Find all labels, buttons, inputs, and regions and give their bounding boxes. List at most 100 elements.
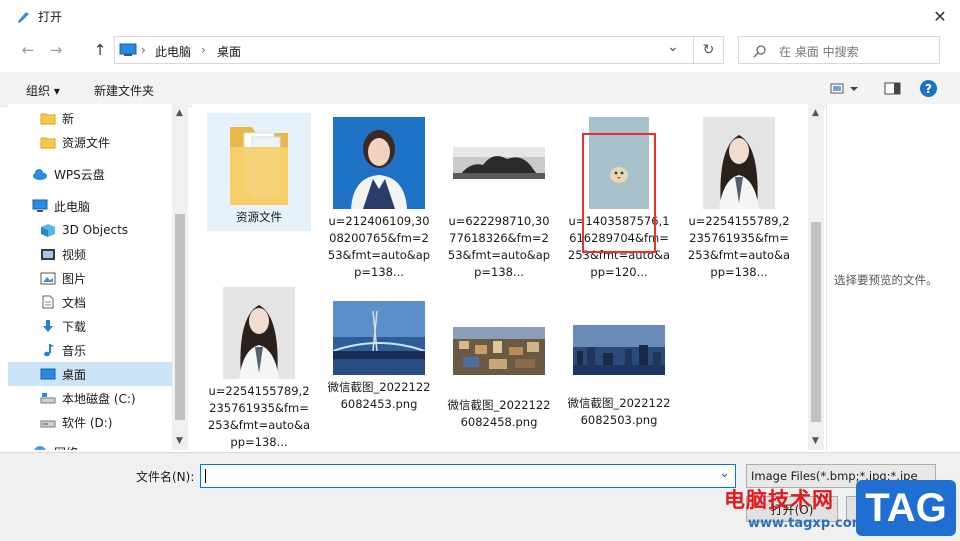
drive-icon xyxy=(40,393,56,404)
file-item-folder[interactable]: 资源文件 xyxy=(207,113,311,231)
image-thumbnail xyxy=(453,147,545,179)
toolbar: 组织 ▾ 新建文件夹 ? xyxy=(0,72,960,107)
scroll-thumb[interactable] xyxy=(175,214,185,420)
text-cursor xyxy=(205,469,206,483)
file-item-image[interactable]: u=622298710,3077618326&fm=253&fmt=auto&a… xyxy=(447,117,551,281)
filename-label: 文件名(N): xyxy=(136,470,195,484)
file-name: 微信截图_20221226082453.png xyxy=(327,380,431,411)
search-input[interactable]: 在 桌面 中搜索 xyxy=(738,36,940,64)
watermark-logo: TAG xyxy=(856,480,956,536)
file-item-image[interactable]: u=212406109,3008200765&fm=253&fmt=auto&a… xyxy=(327,117,431,281)
new-folder-button[interactable]: 新建文件夹 xyxy=(94,82,154,99)
file-list-scrollbar[interactable]: ▲ ▼ xyxy=(808,104,824,450)
navigation-scrollbar[interactable]: ▲ ▼ xyxy=(172,104,188,450)
sidebar-item-label: 新 xyxy=(62,111,75,126)
scroll-down-icon[interactable]: ▼ xyxy=(176,436,183,446)
sidebar-item-label: 视频 xyxy=(62,247,87,262)
sidebar-item-label: 软件 (D:) xyxy=(62,415,113,430)
sidebar-item-this-pc[interactable]: 此电脑 xyxy=(8,194,188,218)
sidebar-item-3d-objects[interactable]: 3D Objects xyxy=(8,218,188,242)
image-thumbnail xyxy=(453,327,545,375)
cube-icon xyxy=(41,224,55,237)
scroll-thumb[interactable] xyxy=(811,222,821,422)
refresh-button[interactable]: ↻ xyxy=(694,36,724,64)
file-item-image[interactable]: u=2254155789,2235761935&fm=253&fmt=auto&… xyxy=(687,117,791,281)
search-placeholder: 在 桌面 中搜索 xyxy=(779,45,859,59)
highlight-box xyxy=(582,133,656,253)
document-icon xyxy=(42,295,54,309)
file-item-image[interactable]: u=2254155789,2235761935&fm=253&fmt=auto&… xyxy=(207,287,311,450)
sidebar-item-music[interactable]: 音乐 xyxy=(8,338,188,362)
sidebar-item-videos[interactable]: 视频 xyxy=(8,242,188,266)
sidebar-item-label: WPS云盘 xyxy=(54,167,105,182)
folder-icon xyxy=(40,113,56,125)
breadcrumb-desktop[interactable]: 桌面 xyxy=(217,43,241,60)
back-button[interactable]: ← xyxy=(16,38,40,62)
sidebar-item-pictures[interactable]: 图片 xyxy=(8,266,188,290)
drive-icon xyxy=(40,420,56,428)
sidebar-item-resources[interactable]: 资源文件 xyxy=(8,130,188,154)
up-button[interactable]: ↑ xyxy=(88,38,112,62)
file-item-image[interactable]: 微信截图_20221226082453.png xyxy=(327,301,431,413)
breadcrumb-separator: › xyxy=(141,43,146,57)
sidebar-item-drive-c[interactable]: 本地磁盘 (C:) xyxy=(8,386,188,410)
download-icon xyxy=(43,320,53,332)
sidebar-item-documents[interactable]: 文档 xyxy=(8,290,188,314)
window-title: 打开 xyxy=(38,10,63,24)
network-icon xyxy=(34,446,46,450)
preview-message: 选择要预览的文件。 xyxy=(834,273,938,287)
sidebar-item-desktop[interactable]: 桌面 xyxy=(8,362,172,386)
watermark-url: www.tagxp.com xyxy=(748,516,866,531)
file-list: 资源文件 u=212406109,3008200765&fm=253&fmt=a… xyxy=(192,104,812,450)
address-dropdown-icon[interactable]: ⌄ xyxy=(667,39,679,55)
file-name: u=2254155789,2235761935&fm=253&fmt=auto&… xyxy=(687,214,791,279)
folder-icon xyxy=(230,127,288,205)
help-icon[interactable]: ? xyxy=(920,80,937,97)
breadcrumb-this-pc[interactable]: 此电脑 xyxy=(155,43,191,60)
scroll-up-icon[interactable]: ▲ xyxy=(812,108,819,118)
sidebar-item-downloads[interactable]: 下载 xyxy=(8,314,188,338)
file-item-image[interactable]: 微信截图_20221226082503.png xyxy=(567,325,671,429)
sidebar-item-label: 桌面 xyxy=(62,367,87,382)
view-options-icon[interactable] xyxy=(830,82,860,96)
forward-button[interactable]: → xyxy=(44,38,68,62)
file-item-image[interactable]: 微信截图_20221226082458.png xyxy=(447,327,551,431)
file-name: 微信截图_20221226082503.png xyxy=(567,396,671,427)
filename-input[interactable]: ⌄ xyxy=(200,464,736,488)
file-name: u=212406109,3008200765&fm=253&fmt=auto&a… xyxy=(327,214,431,279)
scroll-up-icon[interactable]: ▲ xyxy=(176,108,183,118)
sidebar-item-label: 3D Objects xyxy=(62,223,129,237)
breadcrumb-separator: › xyxy=(201,43,206,57)
sidebar-item-label: 本地磁盘 (C:) xyxy=(62,391,136,406)
cloud-icon xyxy=(33,169,47,180)
sidebar-item-wps-cloud[interactable]: WPS云盘 xyxy=(8,162,188,186)
file-name: 资源文件 xyxy=(236,210,282,224)
chevron-down-icon[interactable]: ⌄ xyxy=(719,466,730,481)
sidebar-item-drive-d[interactable]: 软件 (D:) xyxy=(8,410,188,434)
sidebar-item-label: 图片 xyxy=(62,271,87,286)
sidebar-item-new[interactable]: 新 xyxy=(8,106,188,130)
address-bar[interactable]: › 此电脑 › 桌面 ⌄ xyxy=(114,36,694,64)
close-button[interactable]: ✕ xyxy=(920,0,960,32)
video-icon xyxy=(41,249,55,260)
image-thumbnail xyxy=(703,117,775,209)
sidebar-item-network[interactable]: 网络 xyxy=(8,440,188,450)
sidebar-item-label: 资源文件 xyxy=(62,135,111,150)
computer-icon xyxy=(119,43,137,56)
image-thumbnail xyxy=(333,117,425,209)
image-thumbnail xyxy=(573,325,665,375)
scroll-down-icon[interactable]: ▼ xyxy=(812,436,819,446)
sidebar-item-label: 此电脑 xyxy=(54,199,91,214)
title-bar xyxy=(0,0,960,32)
preview-pane-icon[interactable] xyxy=(884,82,902,96)
file-name: u=2254155789,2235761935&fm=253&fmt=auto&… xyxy=(207,384,311,449)
sidebar-item-label: 文档 xyxy=(62,295,87,310)
desktop-icon xyxy=(40,368,56,380)
folder-icon xyxy=(40,137,56,149)
computer-icon xyxy=(32,199,48,212)
file-name: 微信截图_20221226082458.png xyxy=(447,398,551,429)
navigation-pane: 新 资源文件 WPS云盘 此电脑 3D Objects 视频 图片 文档 下载 … xyxy=(8,104,188,450)
sidebar-item-label: 网络 xyxy=(54,444,78,451)
organize-menu[interactable]: 组织 ▾ xyxy=(26,82,60,99)
sidebar-item-label: 下载 xyxy=(62,319,87,334)
